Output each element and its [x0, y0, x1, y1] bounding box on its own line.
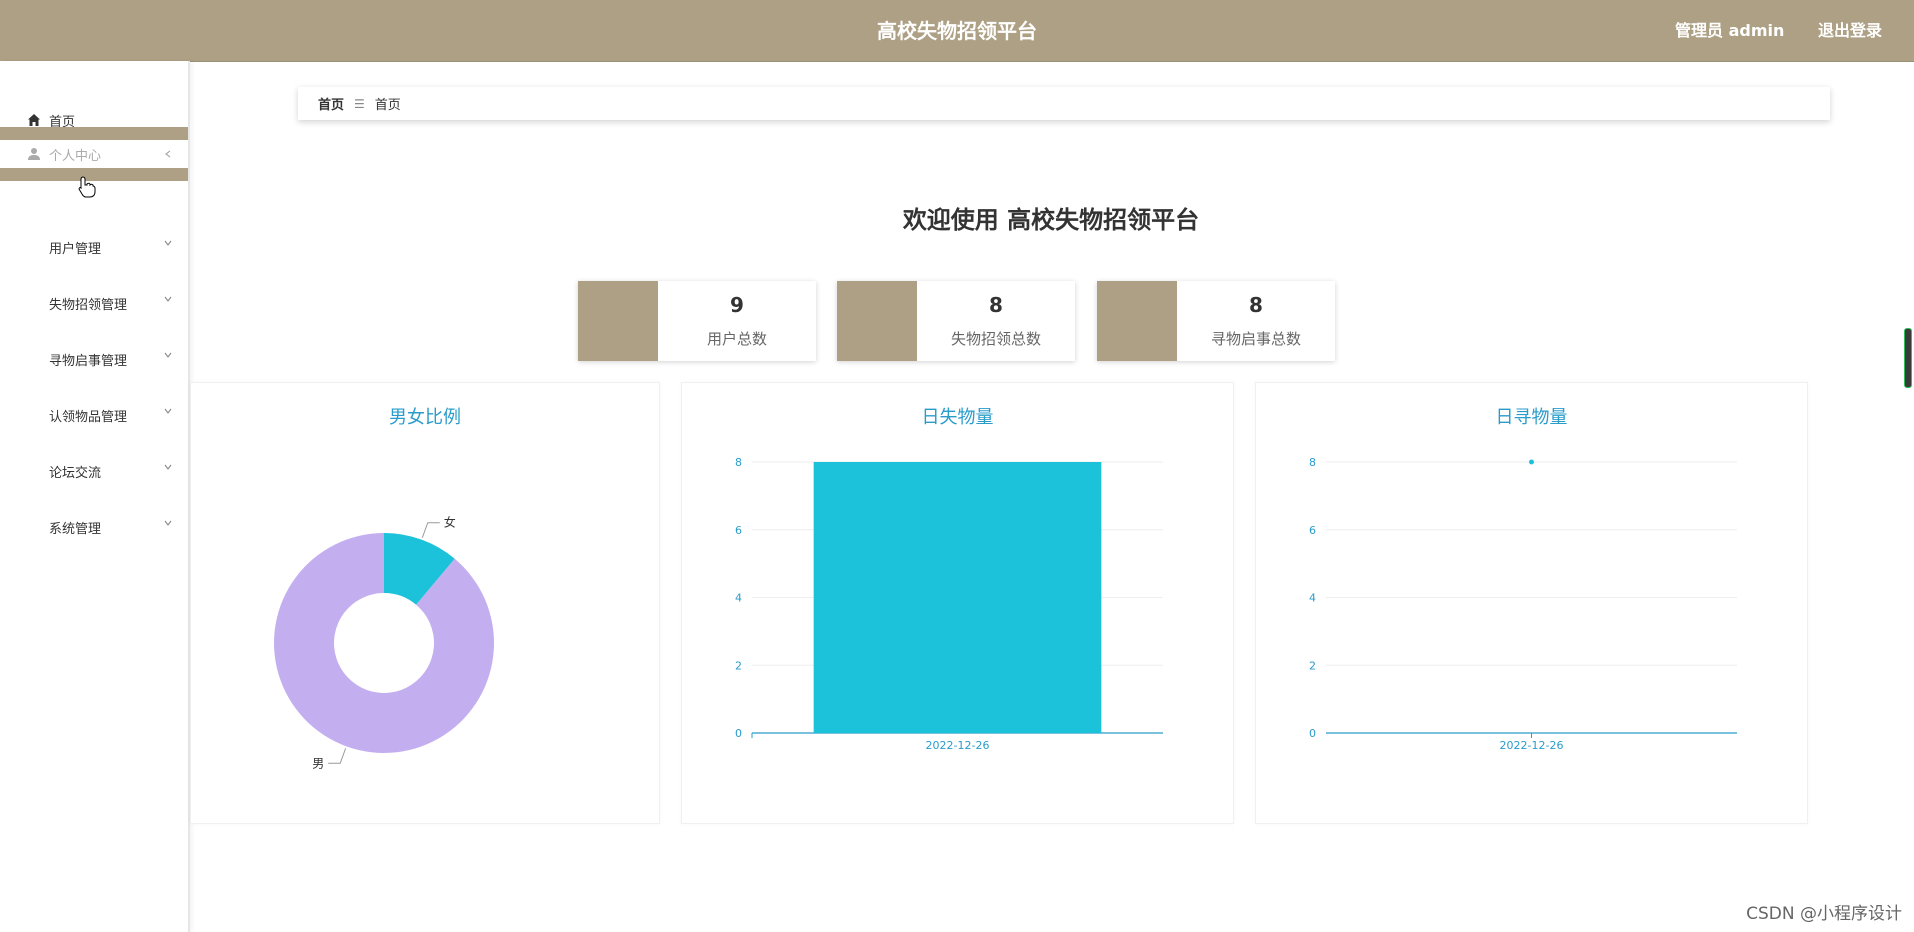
sidebar-item-label: 论坛交流: [49, 465, 102, 481]
sidebar-item-forum[interactable]: 论坛交流: [0, 451, 188, 491]
x-tick-label: 2022-12-26: [1500, 739, 1564, 752]
sidebar-item-system-management[interactable]: 系统管理: [0, 507, 188, 547]
top-bar: 高校失物招领平台 管理员 admin 退出登录: [0, 0, 1914, 62]
stat-card-swatch: [578, 281, 658, 361]
bar: [813, 462, 1102, 733]
chevron-down-icon: [164, 408, 172, 414]
top-right-actions: 管理员 admin 退出登录: [1647, 0, 1882, 61]
sidebar-item-label: 认领物品管理: [49, 409, 128, 425]
user-icon: [28, 148, 40, 160]
chevron-down-icon: [164, 240, 172, 246]
pie-label-line: [421, 522, 440, 538]
pie-slice: [273, 533, 494, 753]
line-point: [1529, 459, 1534, 465]
y-tick-label: 4: [1309, 592, 1316, 605]
pie-label: 女: [444, 515, 456, 530]
y-tick-label: 6: [1309, 524, 1316, 537]
y-tick-label: 0: [1309, 727, 1316, 740]
sidebar-item-lost-found-management[interactable]: 失物招领管理: [0, 283, 188, 323]
chart-panel-daily-lost: 日失物量 0 2 4 6 8 2022-12-26: [681, 382, 1234, 824]
page-scrollbar[interactable]: [1904, 328, 1912, 388]
sidebar-item-label: 用户管理: [49, 241, 102, 257]
stat-card-swatch: [837, 281, 917, 361]
chevron-down-icon: [164, 464, 172, 470]
sidebar-item-label: 寻物启事管理: [49, 353, 128, 369]
daily-lost-bar-chart: 0 2 4 6 8 2022-12-26: [735, 456, 1163, 752]
y-tick-label: 0: [735, 727, 742, 740]
chart-panel-daily-search: 日寻物量 0 2 4 6 8 2022-12-26: [1255, 382, 1808, 824]
sidebar-item-label: 系统管理: [49, 521, 102, 537]
x-tick-label: 2022-12-26: [926, 739, 990, 752]
breadcrumb-current: 首页: [374, 98, 401, 113]
stat-value: 8: [989, 293, 1003, 317]
sidebar-item-profile[interactable]: 个人中心: [0, 127, 188, 181]
chevron-down-icon: [164, 296, 172, 302]
sidebar-item-label: 个人中心: [49, 148, 102, 164]
stat-card-swatch: [1097, 281, 1177, 361]
grid-icon: [27, 464, 41, 478]
sidebar-item-user-management[interactable]: 用户管理: [0, 227, 188, 267]
stat-card-lost-found: 8 失物招领总数: [837, 281, 1075, 361]
sidebar-item-search-notice-management[interactable]: 寻物启事管理: [0, 339, 188, 379]
pie-label-line: [328, 748, 347, 764]
y-tick-label: 4: [735, 592, 742, 605]
chart-panel-gender: 男女比例 女男: [190, 382, 660, 824]
watermark: CSDN @小程序设计: [1746, 904, 1902, 924]
grid-icon: [27, 296, 41, 310]
stat-card-users: 9 用户总数: [578, 281, 816, 361]
grid-icon: [27, 352, 41, 366]
sidebar-item-label: 失物招领管理: [49, 297, 128, 313]
chevron-left-icon: [165, 150, 171, 158]
y-tick-label: 2: [735, 659, 742, 672]
home-icon: [28, 114, 40, 126]
chevron-down-icon: [164, 520, 172, 526]
y-tick-label: 8: [735, 456, 742, 469]
sidebar-item-claim-management[interactable]: 认领物品管理: [0, 395, 188, 435]
grid-icon: [27, 520, 41, 534]
y-tick-label: 6: [735, 524, 742, 537]
y-tick-label: 8: [1309, 456, 1316, 469]
stat-card-search-notices: 8 寻物启事总数: [1097, 281, 1335, 361]
admin-user-label[interactable]: 管理员 admin: [1675, 21, 1784, 40]
stat-value: 9: [730, 293, 744, 317]
chevron-down-icon: [164, 352, 172, 358]
daily-search-line-chart: 0 2 4 6 8 2022-12-26: [1309, 456, 1737, 752]
y-tick-label: 2: [1309, 659, 1316, 672]
pie-label: 男: [312, 756, 324, 770]
gender-donut-chart: 女男: [273, 515, 494, 770]
grid-icon: [27, 408, 41, 422]
breadcrumb: 首页 ☰ 首页: [298, 87, 1830, 120]
logout-button[interactable]: 退出登录: [1818, 21, 1882, 40]
grid-icon: [27, 240, 41, 254]
stat-label: 寻物启事总数: [1210, 330, 1301, 348]
stat-label: 用户总数: [706, 330, 767, 348]
breadcrumb-root[interactable]: 首页: [318, 94, 344, 113]
app-title: 高校失物招领平台: [877, 19, 1037, 43]
stat-label: 失物招领总数: [950, 330, 1041, 348]
welcome-heading: 欢迎使用 高校失物招领平台: [902, 206, 1200, 234]
breadcrumb-separator-icon: ☰: [354, 96, 365, 111]
hand-cursor-icon: [78, 176, 96, 198]
stat-value: 8: [1249, 293, 1263, 317]
